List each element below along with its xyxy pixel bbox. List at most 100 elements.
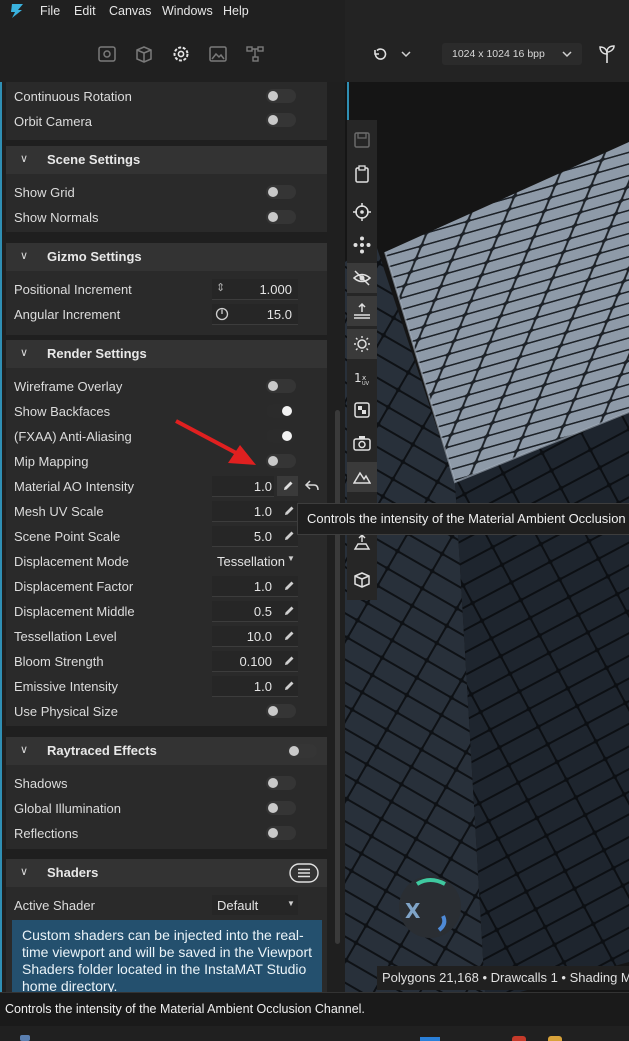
show-grid-toggle[interactable]: [266, 185, 296, 199]
toggle-knob: [282, 431, 292, 441]
orientation-gizmo-icon[interactable]: X: [395, 872, 465, 942]
reflections-toggle[interactable]: [266, 826, 296, 840]
camera-icon[interactable]: [353, 434, 371, 452]
menu-icon[interactable]: [289, 863, 319, 883]
resolution-label: 1024 x 1024 16 bpp: [452, 48, 545, 60]
taskbar-app-icon: [512, 1036, 526, 1041]
uv-scale-icon[interactable]: 1 xUV: [353, 368, 371, 386]
pencil-icon[interactable]: [282, 654, 296, 668]
svg-text:X: X: [405, 899, 421, 923]
status-bar: Controls the intensity of the Material A…: [0, 992, 629, 1027]
caret-down-icon: ▼: [287, 899, 295, 908]
viewport-stats-text: Polygons 21,168 • Drawcalls 1 • Shading …: [382, 970, 629, 985]
scene-point-scale-field[interactable]: 5.0: [212, 526, 298, 547]
panel-scrollbar[interactable]: [335, 410, 340, 944]
move-nodes-icon[interactable]: [353, 236, 371, 254]
menu-file[interactable]: File: [40, 4, 60, 18]
global-illumination-toggle[interactable]: [266, 801, 296, 815]
menu-bar: File Edit Canvas Windows Help: [0, 0, 345, 22]
material-ao-intensity-field[interactable]: 1.0: [212, 476, 274, 497]
svg-text:UV: UV: [362, 381, 370, 386]
grid-floor-icon[interactable]: [353, 533, 371, 551]
gizmo-settings-header[interactable]: ∨ Gizmo Settings: [6, 243, 327, 271]
field-value: 1.0: [253, 679, 272, 694]
terrain-icon[interactable]: [353, 468, 371, 486]
os-taskbar: [0, 1026, 629, 1041]
image-icon[interactable]: [208, 44, 228, 64]
row-label: Global Illumination: [14, 801, 121, 816]
displacement-middle-field[interactable]: 0.5: [212, 601, 298, 622]
emissive-intensity-field[interactable]: 1.0: [212, 676, 298, 697]
chevron-down-icon: [562, 51, 572, 58]
row-label: Use Physical Size: [14, 704, 119, 719]
pencil-icon[interactable]: [282, 579, 296, 593]
clipboard-icon[interactable]: [353, 165, 371, 183]
graph-icon[interactable]: [245, 44, 265, 64]
raytraced-effects-toggle[interactable]: [287, 744, 317, 758]
section-title: Raytraced Effects: [47, 743, 157, 758]
row-label: Reflections: [14, 826, 79, 841]
pencil-icon[interactable]: [282, 504, 296, 518]
pencil-icon[interactable]: [282, 604, 296, 618]
cube-icon[interactable]: [353, 571, 371, 589]
3d-viewport[interactable]: X: [345, 82, 629, 992]
menu-canvas[interactable]: Canvas: [109, 4, 151, 18]
displacement-factor-field[interactable]: 1.0: [212, 576, 298, 597]
shadows-toggle[interactable]: [266, 776, 296, 790]
row-label: Show Backfaces: [14, 404, 111, 419]
pencil-icon[interactable]: [282, 629, 296, 643]
use-physical-size-toggle[interactable]: [266, 704, 296, 718]
save-icon[interactable]: [353, 131, 371, 149]
ground-plane-icon[interactable]: [353, 302, 371, 320]
scene-settings-header[interactable]: ∨ Scene Settings: [6, 146, 327, 174]
undo-icon[interactable]: [371, 46, 387, 62]
fxaa-toggle[interactable]: [266, 429, 296, 443]
reset-icon[interactable]: [304, 478, 320, 494]
row-label: Show Grid: [14, 185, 75, 200]
viewport-stats-bar: Polygons 21,168 • Drawcalls 1 • Shading …: [377, 966, 629, 990]
viewport-settings-panel: Continuous Rotation Orbit Camera ∨ Scene…: [0, 82, 345, 992]
checker-icon[interactable]: [353, 401, 371, 419]
orbit-camera-toggle[interactable]: [266, 113, 296, 127]
chevron-down-icon: ∨: [20, 250, 29, 262]
target-icon[interactable]: [353, 203, 371, 221]
bloom-strength-field[interactable]: 0.100: [212, 651, 298, 672]
texture-icon[interactable]: [97, 44, 117, 64]
show-backfaces-toggle[interactable]: [266, 404, 296, 418]
section-title: Gizmo Settings: [47, 249, 142, 264]
pencil-icon[interactable]: [282, 679, 296, 693]
resolution-dropdown[interactable]: 1024 x 1024 16 bpp: [442, 43, 582, 65]
taskbar-app-icon: [420, 1037, 440, 1041]
viewport-accent: [347, 82, 349, 120]
dropdown-value: Tessellation: [217, 554, 285, 569]
material-icon[interactable]: [134, 44, 154, 64]
positional-increment-field[interactable]: ⇕ 1.000: [212, 279, 298, 300]
angular-increment-field[interactable]: 15.0: [212, 304, 298, 325]
menu-windows[interactable]: Windows: [162, 4, 213, 18]
wireframe-overlay-toggle[interactable]: [266, 379, 296, 393]
row-label: Angular Increment: [14, 307, 121, 322]
toggle-knob: [268, 212, 278, 222]
row-label: Material AO Intensity: [14, 479, 134, 494]
tessellation-level-field[interactable]: 10.0: [212, 626, 298, 647]
render-settings-header[interactable]: ∨ Render Settings: [6, 340, 327, 368]
menu-help[interactable]: Help: [223, 4, 249, 18]
sprout-icon[interactable]: [597, 43, 617, 65]
show-normals-toggle[interactable]: [266, 210, 296, 224]
pencil-icon[interactable]: [282, 529, 296, 543]
displacement-mode-dropdown[interactable]: Tessellation ▼: [212, 551, 295, 571]
menu-edit[interactable]: Edit: [74, 4, 96, 18]
settings-gear-icon[interactable]: [171, 44, 191, 64]
hide-eye-icon[interactable]: [353, 269, 371, 287]
mesh-uv-scale-field[interactable]: 1.0: [212, 501, 298, 522]
pencil-icon: [284, 481, 293, 490]
active-shader-dropdown[interactable]: Default ▼: [212, 895, 298, 915]
row-label: Mesh UV Scale: [14, 504, 104, 519]
shaders-header[interactable]: ∨ Shaders: [6, 859, 327, 887]
mip-mapping-toggle[interactable]: [266, 454, 296, 468]
raytraced-effects-header[interactable]: ∨ Raytraced Effects: [6, 737, 327, 765]
continuous-rotation-toggle[interactable]: [266, 89, 296, 103]
chevron-down-icon: ∨: [20, 744, 29, 756]
chevron-down-icon[interactable]: [401, 50, 411, 58]
light-icon[interactable]: [353, 335, 371, 353]
